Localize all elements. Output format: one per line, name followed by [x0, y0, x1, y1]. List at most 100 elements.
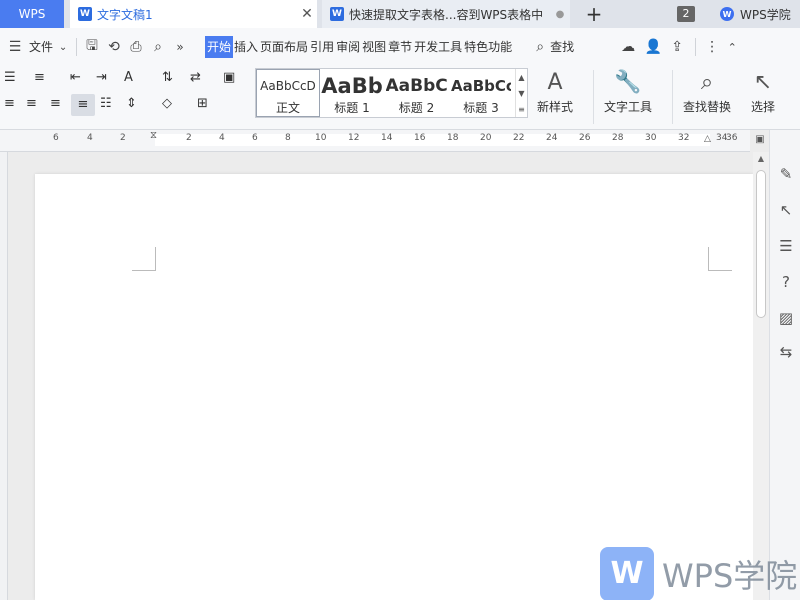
tab-title: 快速提取文字表格...容到WPS表格中: [349, 7, 544, 22]
ruler-number: 6: [252, 133, 258, 143]
tab-page-layout[interactable]: 页面布局: [259, 36, 309, 58]
wps-logo-icon: W: [720, 7, 734, 21]
select-label: 选择: [751, 100, 776, 114]
style-heading-3[interactable]: AaBbCc 标题 3: [449, 69, 513, 117]
justify-icon[interactable]: ≡: [71, 94, 95, 116]
tab-special-features[interactable]: 特色功能: [463, 36, 513, 58]
find-replace-label: 查找替换: [683, 100, 732, 114]
style-heading-1[interactable]: AaBb 标题 1: [320, 69, 384, 117]
tab-insert[interactable]: 插入: [233, 36, 259, 58]
style-normal[interactable]: AaBbCcD 正文: [256, 69, 320, 117]
line-spacing-icon[interactable]: ⇄: [190, 70, 201, 85]
horizontal-ruler[interactable]: 6 4 2 ⧖ 2 4 6 8 10 12 14 16 18 20 22 24 …: [0, 130, 750, 152]
indent-marker-icon[interactable]: ⧖: [150, 130, 157, 141]
align-right-icon[interactable]: ≡: [50, 96, 61, 111]
ruler-number: 4: [219, 133, 225, 143]
tab-home[interactable]: 开始: [205, 36, 234, 58]
translate-icon[interactable]: ⇆: [776, 342, 796, 362]
divider: [76, 38, 78, 56]
ruler-number: 20: [480, 133, 492, 143]
chevron-down-icon[interactable]: ⌄: [54, 42, 72, 53]
tab-document-active[interactable]: W 文字文稿1 ✕: [70, 0, 317, 28]
distribute-icon[interactable]: ☷: [100, 96, 112, 111]
share-user-icon[interactable]: 👤: [641, 39, 665, 55]
style-heading-2[interactable]: AaBbC 标题 2: [384, 69, 449, 117]
show-marks-icon[interactable]: ▣: [223, 70, 235, 85]
select-cursor-icon[interactable]: ↖: [776, 200, 796, 220]
increase-indent-icon[interactable]: ⇥: [96, 70, 107, 85]
collapse-ribbon-icon[interactable]: ⌃: [722, 41, 742, 54]
writer-doc-icon: W: [78, 7, 92, 21]
ribbon-home: ☰ ≡ ⇤ ⇥ A ⇅ ⇄ ▣ ≡ ≡ ≡ ≡ ☷ ⇕ ◇ ⊞ AaBbCcD …: [0, 66, 800, 130]
paragraph-spacing-icon[interactable]: ⇕: [126, 96, 137, 111]
tab-developer[interactable]: 开发工具: [413, 36, 463, 58]
ruler-number: 28: [612, 133, 624, 143]
shading-fill-icon[interactable]: ◇: [162, 96, 172, 111]
text-tools-button[interactable]: 🔧 文字工具: [604, 68, 652, 115]
bullet-list-icon[interactable]: ☰: [4, 70, 16, 85]
ruler-text-area: [155, 134, 710, 146]
vertical-ruler[interactable]: [0, 152, 8, 600]
search-icon[interactable]: ⌕: [531, 39, 549, 55]
chinese-layout-icon[interactable]: A: [124, 70, 133, 85]
menu-bar: ☰ 文件 ⌄ 🖫 ⟲ ⎙ ⌕ » 开始 插入 页面布局 引用 审阅 视图 章节 …: [0, 28, 800, 66]
right-indent-marker-icon[interactable]: △: [704, 134, 711, 144]
cloud-sync-icon[interactable]: ☁: [615, 39, 641, 55]
hamburger-menu-icon[interactable]: ☰: [4, 39, 26, 55]
writer-doc-icon: W: [330, 7, 344, 21]
right-sidebar: ✎ ↖ ☰ ? ▨ ⇆: [769, 130, 800, 600]
vertical-scrollbar[interactable]: ▲: [753, 152, 769, 600]
document-page[interactable]: [35, 174, 753, 600]
unsaved-dot-icon[interactable]: ●: [550, 9, 570, 20]
ruler-number: 32: [678, 133, 690, 143]
tab-view[interactable]: 视图: [361, 36, 387, 58]
sort-icon[interactable]: ⇅: [162, 70, 173, 85]
close-icon[interactable]: ✕: [297, 6, 317, 22]
style-sample: AaBb: [321, 74, 383, 98]
find-replace-button[interactable]: ⌕ 查找替换: [683, 68, 731, 115]
wps-watermark-logo-icon: W: [600, 546, 654, 600]
style-label: 标题 3: [463, 101, 499, 115]
ruler-number: 18: [447, 133, 459, 143]
scrollbar-thumb[interactable]: [756, 170, 766, 318]
pen-edit-icon[interactable]: ✎: [776, 164, 796, 184]
borders-icon[interactable]: ⊞: [197, 96, 208, 111]
tab-document-inactive[interactable]: W 快速提取文字表格...容到WPS表格中 ●: [322, 0, 570, 28]
chevron-down-icon[interactable]: ▼: [518, 89, 524, 98]
format-painter-icon[interactable]: ⟲: [103, 39, 125, 55]
wps-academy-link[interactable]: W WPS学院: [720, 4, 791, 24]
print-preview-icon[interactable]: ⌕: [147, 39, 169, 55]
window-count-badge[interactable]: 2: [677, 6, 695, 22]
more-options-icon[interactable]: ⋮: [702, 39, 722, 55]
print-icon[interactable]: ⎙: [125, 39, 147, 55]
style-sample: AaBbC: [385, 76, 448, 96]
academy-label: WPS学院: [740, 7, 791, 22]
ruler-toggle-icon[interactable]: ▣: [753, 134, 767, 148]
help-icon[interactable]: ?: [776, 272, 796, 292]
share-export-icon[interactable]: ⇪: [665, 39, 689, 55]
chevron-up-icon[interactable]: ▲: [518, 73, 524, 82]
ruler-number: 8: [285, 133, 291, 143]
save-icon[interactable]: 🖫: [81, 35, 103, 59]
style-label: 标题 1: [334, 101, 370, 115]
search-button[interactable]: 查找: [549, 36, 575, 58]
new-style-button[interactable]: A 新样式: [537, 68, 573, 115]
decrease-indent-icon[interactable]: ⇤: [70, 70, 81, 85]
numbered-list-icon[interactable]: ≡: [34, 70, 45, 85]
image-icon[interactable]: ▨: [776, 308, 796, 328]
more-chevron-icon[interactable]: »: [169, 40, 191, 54]
wps-home-tab[interactable]: WPS: [0, 0, 64, 28]
align-left-icon[interactable]: ≡: [4, 96, 15, 111]
tab-references[interactable]: 引用: [309, 36, 335, 58]
expand-gallery-icon[interactable]: ≡: [518, 105, 525, 114]
scroll-up-icon[interactable]: ▲: [753, 152, 769, 166]
select-button[interactable]: ↖ 选择: [751, 68, 775, 115]
tab-sections[interactable]: 章节: [387, 36, 413, 58]
file-menu[interactable]: 文件: [28, 36, 54, 58]
adjust-settings-icon[interactable]: ☰: [776, 236, 796, 256]
align-center-icon[interactable]: ≡: [26, 96, 37, 111]
gallery-scroll[interactable]: ▲ ▼ ≡: [515, 69, 527, 117]
wrench-icon: 🔧: [614, 70, 642, 95]
tab-review[interactable]: 审阅: [335, 36, 361, 58]
new-tab-button[interactable]: +: [583, 2, 605, 26]
